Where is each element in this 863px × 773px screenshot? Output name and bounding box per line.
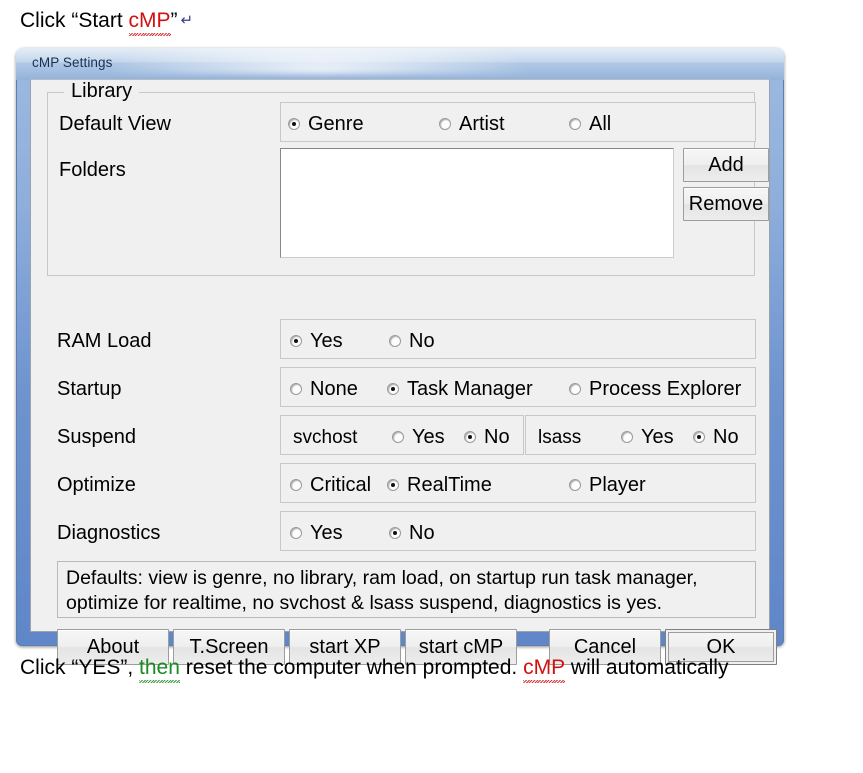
- radio-dot-icon: [569, 383, 581, 395]
- radio-default-view-all[interactable]: All: [569, 114, 611, 134]
- ram-load-label: RAM Load: [57, 330, 152, 352]
- radio-suspend-svchost-no[interactable]: No: [464, 427, 510, 447]
- radio-dot-icon: [387, 383, 399, 395]
- radio-suspend-svchost-yes[interactable]: Yes: [392, 427, 445, 447]
- radio-label: None: [310, 378, 358, 400]
- radio-dot-icon: [389, 335, 401, 347]
- radio-dot-icon: [569, 118, 581, 130]
- radio-startup-task-manager[interactable]: Task Manager: [387, 379, 533, 399]
- add-folder-button[interactable]: Add: [683, 148, 769, 182]
- suspend-svchost-name: svchost: [293, 427, 358, 448]
- radio-dot-icon: [290, 335, 302, 347]
- folders-listbox[interactable]: [280, 148, 674, 258]
- diagnostics-label: Diagnostics: [57, 522, 161, 544]
- radio-ram-load-yes[interactable]: Yes: [290, 331, 343, 351]
- radio-suspend-lsass-no[interactable]: No: [693, 427, 739, 447]
- cmp-settings-window: cMP Settings Library Default View Genre …: [16, 48, 784, 665]
- radio-diagnostics-no[interactable]: No: [389, 523, 435, 543]
- startup-label: Startup: [57, 378, 122, 400]
- optimize-panel: Critical RealTime Player: [280, 463, 756, 503]
- top-caption-prefix: Click “Start: [20, 9, 129, 32]
- bottom-caption-misspelled-word: cMP: [523, 656, 566, 683]
- radio-label: No: [409, 522, 435, 544]
- window-title: cMP Settings: [32, 55, 113, 70]
- radio-label: Task Manager: [407, 378, 533, 400]
- bottom-caption-part-1: Click “YES”,: [20, 656, 140, 679]
- radio-label: Yes: [310, 330, 343, 352]
- radio-label: Yes: [412, 426, 445, 448]
- radio-default-view-genre[interactable]: Genre: [288, 114, 364, 134]
- titlebar-gloss: [106, 48, 536, 74]
- bottom-caption-grammar-word: then: [139, 656, 180, 683]
- radio-label: No: [484, 426, 510, 448]
- radio-optimize-realtime[interactable]: RealTime: [387, 475, 492, 495]
- ram-load-panel: Yes No: [280, 319, 756, 359]
- radio-diagnostics-yes[interactable]: Yes: [290, 523, 343, 543]
- top-caption-suffix: ”: [170, 9, 178, 32]
- defaults-note-line-1: Defaults: view is genre, no library, ram…: [66, 567, 698, 589]
- radio-label: Critical: [310, 474, 372, 496]
- radio-dot-icon: [464, 431, 476, 443]
- radio-label: All: [589, 113, 612, 135]
- radio-label: Yes: [641, 426, 674, 448]
- paragraph-mark-icon: ↵: [180, 12, 194, 29]
- radio-ram-load-no[interactable]: No: [389, 331, 435, 351]
- bottom-caption-part-3: will automatically: [565, 656, 729, 679]
- suspend-lsass-panel: lsass Yes No: [525, 415, 756, 455]
- radio-dot-icon: [290, 479, 302, 491]
- bottom-caption-part-2: reset the computer when prompted.: [179, 656, 524, 679]
- radio-label: Genre: [308, 113, 364, 135]
- radio-dot-icon: [569, 479, 581, 491]
- radio-dot-icon: [389, 527, 401, 539]
- radio-label: Player: [589, 474, 646, 496]
- top-caption: Click “Start cMP” ↵: [20, 9, 194, 36]
- radio-dot-icon: [288, 118, 300, 130]
- radio-label: RealTime: [407, 474, 492, 496]
- suspend-label: Suspend: [57, 426, 136, 448]
- window-titlebar[interactable]: cMP Settings: [16, 48, 784, 80]
- radio-default-view-artist[interactable]: Artist: [439, 114, 505, 134]
- suspend-svchost-panel: svchost Yes No: [280, 415, 524, 455]
- radio-dot-icon: [387, 479, 399, 491]
- radio-optimize-critical[interactable]: Critical: [290, 475, 371, 495]
- diagnostics-panel: Yes No: [280, 511, 756, 551]
- radio-dot-icon: [290, 383, 302, 395]
- default-view-panel: Genre Artist All: [280, 102, 756, 142]
- defaults-note-line-2: optimize for realtime, no svchost & lsas…: [66, 592, 663, 614]
- radio-label: Artist: [459, 113, 505, 135]
- radio-startup-process-explorer[interactable]: Process Explorer: [569, 379, 741, 399]
- radio-suspend-lsass-yes[interactable]: Yes: [621, 427, 674, 447]
- remove-folder-button[interactable]: Remove: [683, 187, 769, 221]
- startup-panel: None Task Manager Process Explorer: [280, 367, 756, 407]
- default-view-label: Default View: [59, 113, 171, 135]
- radio-label: No: [713, 426, 739, 448]
- window-client-area: Library Default View Genre Artist All Fo…: [30, 79, 777, 665]
- radio-startup-none[interactable]: None: [290, 379, 358, 399]
- radio-dot-icon: [392, 431, 404, 443]
- radio-dot-icon: [621, 431, 633, 443]
- suspend-lsass-name: lsass: [538, 427, 582, 448]
- radio-optimize-player[interactable]: Player: [569, 475, 646, 495]
- radio-label: Process Explorer: [589, 378, 742, 400]
- radio-dot-icon: [290, 527, 302, 539]
- defaults-note: Defaults: view is genre, no library, ram…: [57, 561, 756, 618]
- radio-label: No: [409, 330, 435, 352]
- library-groupbox-title: Library: [64, 80, 140, 103]
- folders-label: Folders: [59, 159, 126, 181]
- radio-dot-icon: [439, 118, 451, 130]
- bottom-caption: Click “YES”, then reset the computer whe…: [20, 656, 729, 683]
- radio-label: Yes: [310, 522, 343, 544]
- optimize-label: Optimize: [57, 474, 136, 496]
- top-caption-misspelled-word: cMP: [128, 9, 171, 36]
- radio-dot-icon: [693, 431, 705, 443]
